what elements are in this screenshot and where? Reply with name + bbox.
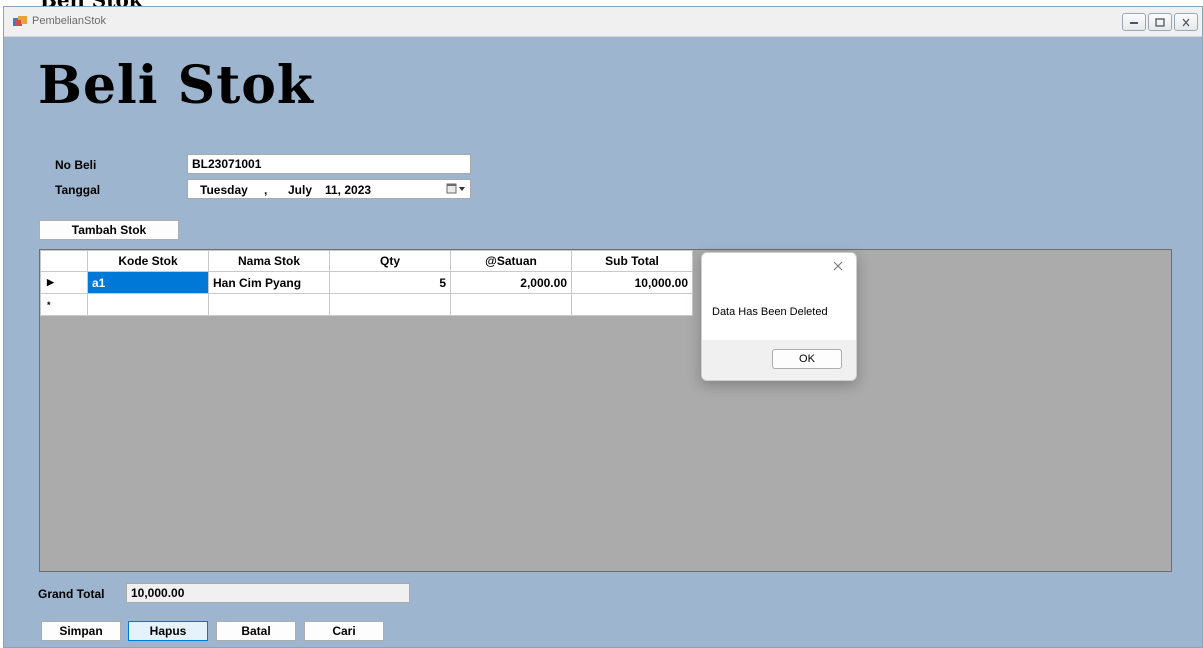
stok-grid[interactable]: Kode Stok Nama Stok Qty @Satuan Sub Tota…	[39, 249, 1172, 572]
calendar-dropdown-icon[interactable]	[446, 183, 466, 195]
grand-total-field[interactable]: 10,000.00	[126, 583, 410, 603]
close-button[interactable]	[1174, 13, 1198, 31]
window-title: PembelianStok	[32, 15, 106, 27]
dialog-footer: OK	[702, 340, 856, 380]
cell-sub-total[interactable]: 10,000.00	[571, 271, 693, 294]
minimize-button[interactable]	[1122, 13, 1146, 31]
new-row[interactable]: *	[40, 293, 693, 316]
dialog-message: Data Has Been Deleted	[712, 306, 828, 318]
current-row-indicator[interactable]: ▶	[40, 271, 88, 294]
tanggal-month: July	[288, 183, 313, 197]
grand-total-label: Grand Total	[38, 587, 105, 601]
dialog-ok-button[interactable]: OK	[772, 349, 842, 369]
new-cell-kode-stok[interactable]	[87, 293, 209, 316]
minimize-icon	[1130, 22, 1138, 24]
title-bar[interactable]: PembelianStok	[4, 7, 1202, 37]
tambah-stok-button[interactable]: Tambah Stok	[39, 220, 179, 240]
stok-table: Kode Stok Nama Stok Qty @Satuan Sub Tota…	[40, 250, 693, 316]
cell-qty[interactable]: 5	[329, 271, 451, 294]
message-dialog: Data Has Been Deleted OK	[701, 252, 857, 381]
new-cell-satuan[interactable]	[450, 293, 572, 316]
new-cell-nama-stok[interactable]	[208, 293, 330, 316]
column-header-qty[interactable]: Qty	[329, 250, 451, 272]
batal-button[interactable]: Batal	[216, 621, 296, 641]
tanggal-label: Tanggal	[55, 183, 101, 197]
cell-nama-stok[interactable]: Han Cim Pyang	[208, 271, 330, 294]
tanggal-date-picker[interactable]: Tuesday , July 11, 2023	[187, 179, 471, 199]
simpan-button[interactable]: Simpan	[41, 621, 121, 641]
tanggal-separator: ,	[264, 183, 268, 197]
no-beli-field[interactable]: BL23071001	[187, 154, 471, 174]
close-icon	[1182, 18, 1190, 26]
column-header-satuan[interactable]: @Satuan	[450, 250, 572, 272]
no-beli-label: No Beli	[55, 158, 97, 172]
cell-satuan[interactable]: 2,000.00	[450, 271, 572, 294]
grid-header-row: Kode Stok Nama Stok Qty @Satuan Sub Tota…	[40, 250, 693, 272]
column-header-nama-stok[interactable]: Nama Stok	[208, 250, 330, 272]
page-title: Beli Stok	[38, 55, 314, 116]
cell-kode-stok[interactable]: a1	[87, 271, 209, 294]
cari-button[interactable]: Cari	[304, 621, 384, 641]
new-cell-sub-total[interactable]	[571, 293, 693, 316]
dialog-close-icon[interactable]	[832, 260, 844, 272]
app-icon	[13, 16, 27, 26]
tanggal-day: Tuesday	[200, 183, 248, 197]
app-window: PembelianStok Beli Stok No Beli BL230710…	[3, 6, 1203, 648]
hapus-button[interactable]: Hapus	[128, 621, 208, 641]
maximize-button[interactable]	[1148, 13, 1172, 31]
new-cell-qty[interactable]	[329, 293, 451, 316]
table-row[interactable]: ▶ a1 Han Cim Pyang 5 2,000.00 10,000.00	[40, 271, 693, 294]
row-header-corner	[40, 250, 88, 272]
column-header-sub-total[interactable]: Sub Total	[571, 250, 693, 272]
maximize-icon	[1155, 17, 1165, 27]
new-row-indicator[interactable]: *	[40, 293, 88, 316]
tanggal-date: 11, 2023	[325, 183, 372, 197]
column-header-kode-stok[interactable]: Kode Stok	[87, 250, 209, 272]
